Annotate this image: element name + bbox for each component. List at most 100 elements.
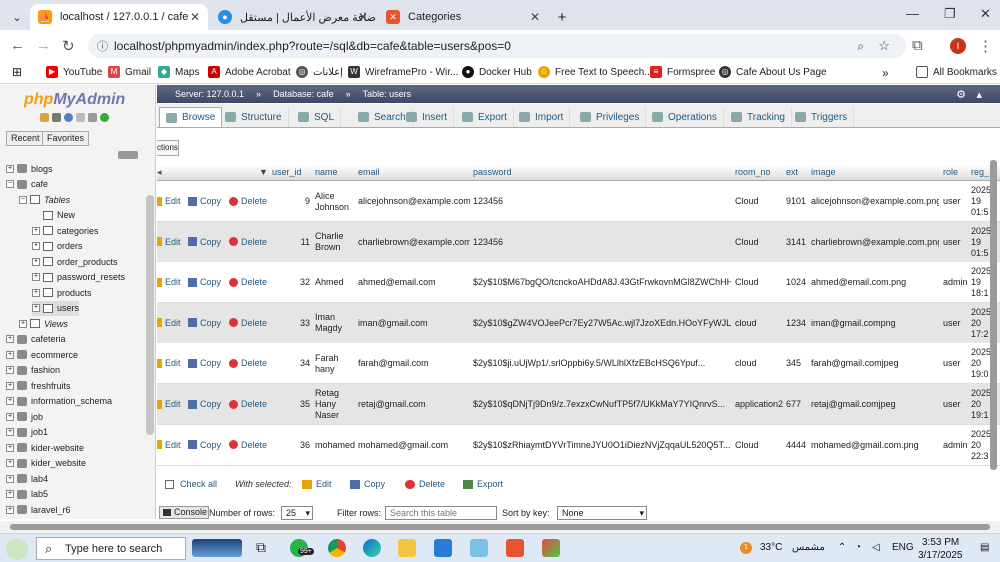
tree-item[interactable]: + lab4	[6, 471, 48, 486]
column-header-password[interactable]: password	[473, 167, 512, 177]
tree-item[interactable]: + job1	[6, 425, 48, 440]
row-delete-button[interactable]: Delete	[229, 399, 267, 409]
tree-item[interactable]: + kider_website	[6, 456, 86, 471]
chrome-icon[interactable]	[328, 539, 346, 557]
expand-toggle-icon[interactable]: +	[6, 350, 14, 359]
zoom-icon[interactable]: ⌕	[857, 39, 864, 54]
help-icon[interactable]	[64, 113, 73, 122]
extensions-icon[interactable]: ⧉	[912, 37, 923, 54]
notifications-icon[interactable]: ▤	[980, 542, 989, 553]
sort-by-key-select[interactable]: None ▾	[557, 506, 647, 520]
column-header-reg[interactable]: reg_	[971, 167, 989, 177]
favorite-tables-button[interactable]: Favorites	[42, 131, 90, 146]
row-edit-button[interactable]: Edit	[157, 399, 181, 409]
console-button[interactable]: Console	[159, 506, 209, 519]
reload-nav-icon[interactable]	[100, 113, 109, 122]
weather-badge[interactable]: 1	[740, 542, 752, 554]
column-header-name[interactable]: name	[315, 167, 338, 177]
bulk-edit-button[interactable]: Edit	[302, 479, 332, 489]
taskbar-search[interactable]: ⌕ Type here to search	[36, 537, 186, 560]
column-header-role[interactable]: role	[943, 167, 958, 177]
expand-toggle-icon[interactable]: +	[19, 319, 27, 328]
collapse-toggle-icon[interactable]: −	[6, 180, 14, 188]
weather-widget-icon[interactable]	[192, 539, 242, 557]
bookmark-formspree[interactable]: ≡ Formspree	[650, 66, 715, 78]
expand-toggle-icon[interactable]: +	[6, 474, 14, 483]
tab-categories[interactable]: ✕ Categories ✕	[378, 4, 548, 30]
expand-toggle-icon[interactable]: +	[6, 164, 14, 173]
row-delete-button[interactable]: Delete	[229, 196, 267, 206]
options-toggle-button[interactable]: ctions	[157, 140, 179, 156]
row-copy-button[interactable]: Copy	[188, 399, 221, 409]
expand-toggle-icon[interactable]: +	[6, 428, 14, 436]
tab-export[interactable]: Export	[456, 107, 514, 127]
nav-scrollbar[interactable]	[146, 195, 154, 435]
row-delete-button[interactable]: Delete	[229, 237, 267, 247]
bookmark-ads[interactable]: ◎ إعلانات	[296, 66, 343, 78]
apps-grid-icon[interactable]: ⊞	[12, 65, 22, 79]
tree-item[interactable]: + freshfruits	[6, 378, 71, 393]
expand-toggle-icon[interactable]: +	[32, 257, 40, 266]
speaker-icon[interactable]: ◁	[872, 542, 880, 553]
tab-triggers[interactable]: Triggers	[789, 107, 855, 127]
close-icon[interactable]: ✕	[358, 10, 368, 24]
maximize-icon[interactable]: ❐	[944, 6, 956, 22]
tree-item[interactable]: + cafeteria	[6, 332, 66, 347]
tab-insert[interactable]: Insert	[400, 107, 455, 127]
row-edit-button[interactable]: Edit	[157, 440, 181, 450]
tab-tracking[interactable]: Tracking	[725, 107, 792, 127]
tree-item[interactable]: +New	[32, 208, 75, 223]
collapse-all-icon[interactable]	[118, 151, 138, 159]
expand-toggle-icon[interactable]: +	[6, 412, 14, 421]
app-icon[interactable]	[542, 539, 560, 557]
row-copy-button[interactable]: Copy	[188, 196, 221, 206]
tree-item[interactable]: − Tables	[19, 192, 70, 207]
tree-item[interactable]: + order_products	[32, 254, 118, 269]
tab-privileges[interactable]: Privileges	[574, 107, 647, 127]
expand-toggle-icon[interactable]: +	[32, 242, 40, 250]
num-rows-select[interactable]: 25 ▾	[281, 506, 313, 520]
tree-item[interactable]: + orders	[32, 239, 83, 254]
tab-phpmyadmin[interactable]: ⛵ localhost / 127.0.0.1 / cafe / use ✕	[30, 4, 208, 30]
tab-mostaql[interactable]: ● إضافة معرض الأعمال | مستقل ✕	[210, 4, 376, 30]
expand-toggle-icon[interactable]: +	[6, 459, 14, 467]
check-all-control[interactable]: Check all	[165, 479, 217, 489]
tab-browse[interactable]: Browse	[159, 107, 223, 127]
row-edit-button[interactable]: Edit	[157, 196, 181, 206]
tab-structure[interactable]: Structure	[219, 107, 289, 127]
vscode-icon[interactable]	[434, 539, 452, 557]
check-all-checkbox[interactable]	[165, 479, 174, 489]
column-header-image[interactable]: image	[811, 167, 836, 177]
column-header-ext[interactable]: ext	[786, 167, 798, 177]
docs-icon[interactable]	[76, 113, 85, 122]
tree-item[interactable]: + fashion	[6, 363, 60, 378]
back-icon[interactable]: ←	[10, 37, 25, 54]
expand-toggle-icon[interactable]: +	[6, 366, 14, 374]
tree-item[interactable]: + users	[32, 300, 80, 316]
row-delete-button[interactable]: Delete	[229, 318, 267, 328]
tab-import[interactable]: Import	[513, 107, 571, 127]
language-indicator[interactable]: ENG	[892, 542, 914, 553]
tree-item[interactable]: + categories	[32, 223, 99, 238]
tree-item[interactable]: + Views	[19, 316, 68, 331]
tree-item[interactable]: + laravel_r6	[6, 502, 71, 517]
tree-item[interactable]: + job	[6, 409, 43, 424]
row-edit-button[interactable]: Edit	[157, 237, 181, 247]
row-copy-button[interactable]: Copy	[188, 318, 221, 328]
expand-toggle-icon[interactable]: +	[32, 226, 40, 235]
tree-item[interactable]: + lab5	[6, 487, 48, 502]
tab-operations[interactable]: Operations	[646, 107, 724, 127]
row-edit-button[interactable]: Edit	[157, 318, 181, 328]
bookmark-dockerhub[interactable]: ● Docker Hub	[462, 66, 532, 78]
recent-tables-button[interactable]: Recent	[6, 131, 45, 146]
whatsapp-icon[interactable]: 99+	[290, 539, 314, 557]
tree-item[interactable]: + password_resets	[32, 270, 125, 285]
logout-icon[interactable]	[52, 113, 61, 122]
collapse-toggle-icon[interactable]: −	[19, 195, 27, 204]
new-tab-button[interactable]: +	[552, 4, 572, 30]
bookmark-star-icon[interactable]: ☆	[878, 38, 890, 54]
horizontal-scroll-thumb[interactable]	[10, 524, 990, 530]
reload-icon[interactable]: ↻	[62, 37, 75, 55]
close-icon[interactable]: ✕	[530, 10, 540, 24]
row-delete-button[interactable]: Delete	[229, 440, 267, 450]
